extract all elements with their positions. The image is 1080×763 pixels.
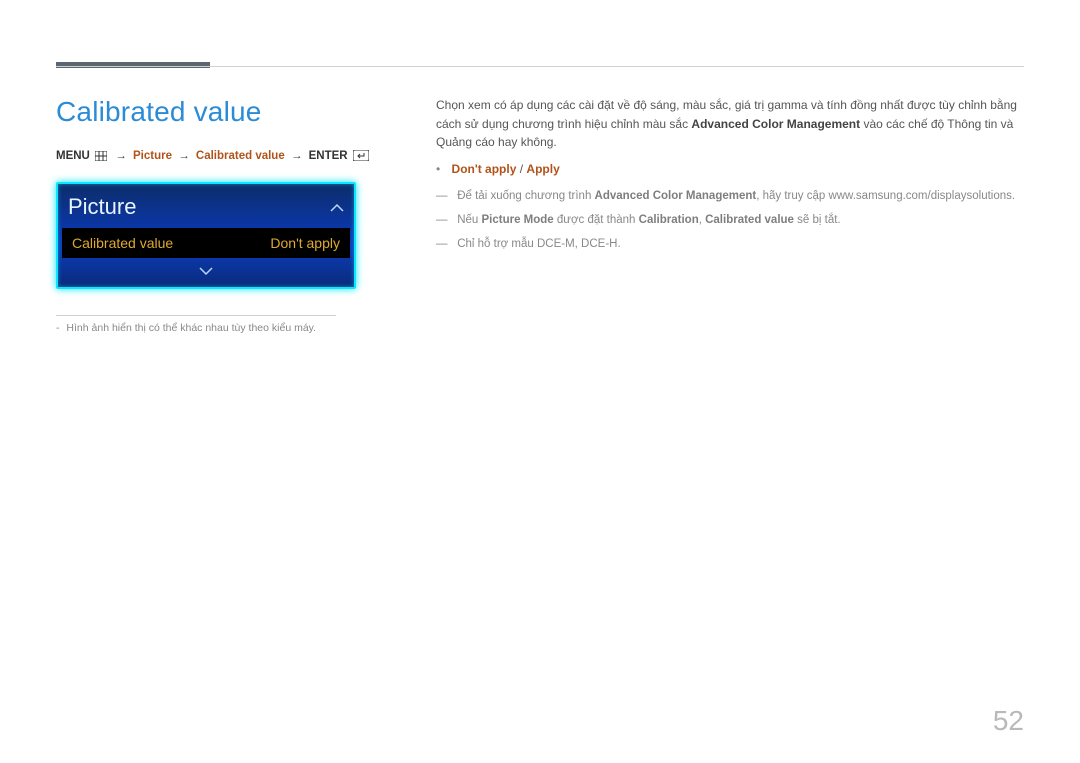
page-number: 52 (993, 705, 1024, 737)
footnote-dash-icon: - (56, 322, 60, 334)
note-1: ― Để tải xuống chương trình Advanced Col… (436, 188, 1024, 206)
header-accent-bar (56, 62, 210, 68)
note-3: ― Chỉ hỗ trợ mẫu DCE-M, DCE-H. (436, 236, 1024, 254)
breadcrumb-enter: ENTER (309, 150, 348, 162)
note3-text: Chỉ hỗ trợ mẫu DCE-M, DCE-H. (457, 238, 620, 250)
note2-s3: Calibrated value (705, 214, 794, 226)
osd-panel: Picture Calibrated value Don't apply (56, 182, 356, 289)
note2-s2: Calibration (639, 214, 699, 226)
note2-post: sẽ bị tắt. (794, 214, 841, 226)
note-dash-icon: ― (436, 188, 454, 206)
osd-header: Picture (68, 190, 344, 228)
breadcrumb-picture: Picture (133, 150, 172, 162)
page-content: Calibrated value MENU → Picture → Calibr… (56, 96, 1024, 723)
left-footnote: - Hình ảnh hiển thị có thể khác nhau tùy… (56, 315, 336, 334)
option-dont-apply: Don't apply (452, 162, 517, 176)
note-dash-icon-3: ― (436, 236, 454, 254)
desc-strong: Advanced Color Management (691, 117, 860, 131)
option-apply: Apply (526, 162, 559, 176)
note1-pre: Để tải xuống chương trình (457, 190, 594, 202)
osd-title: Picture (68, 194, 136, 220)
description-paragraph: Chọn xem có áp dụng các cài đặt về độ sá… (436, 96, 1024, 152)
note2-mid: được đặt thành (554, 214, 639, 226)
chevron-down-icon[interactable] (68, 264, 344, 279)
note1-post: , hãy truy cập www.samsung.com/displayso… (756, 190, 1015, 202)
page-title: Calibrated value (56, 96, 396, 128)
breadcrumb: MENU → Picture → Calibrated value → ENTE… (56, 150, 396, 164)
osd-selected-row[interactable]: Calibrated value Don't apply (62, 228, 350, 258)
breadcrumb-sep-3: → (288, 150, 306, 162)
options-row: • Don't apply / Apply (436, 160, 1024, 179)
header-divider (56, 66, 1024, 67)
bullet-icon: • (436, 162, 440, 176)
note2-s1: Picture Mode (482, 214, 554, 226)
menu-grid-icon (95, 151, 107, 164)
enter-icon (353, 150, 369, 164)
breadcrumb-menu: MENU (56, 150, 90, 162)
note1-strong: Advanced Color Management (595, 190, 757, 202)
note2-pre: Nếu (457, 214, 481, 226)
chevron-up-icon[interactable] (330, 200, 344, 215)
left-column: Calibrated value MENU → Picture → Calibr… (56, 96, 396, 723)
osd-footer (68, 258, 344, 279)
option-sep: / (516, 162, 526, 176)
note-2: ― Nếu Picture Mode được đặt thành Calibr… (436, 212, 1024, 230)
osd-row-value: Don't apply (270, 235, 340, 251)
note-dash-icon-2: ― (436, 212, 454, 230)
breadcrumb-calibrated: Calibrated value (196, 150, 285, 162)
osd-row-label: Calibrated value (72, 235, 173, 251)
footnote-text: Hình ảnh hiển thị có thể khác nhau tùy t… (66, 322, 316, 334)
breadcrumb-sep-1: → (112, 150, 130, 162)
breadcrumb-sep-2: → (175, 150, 193, 162)
right-column: Chọn xem có áp dụng các cài đặt về độ sá… (436, 96, 1024, 723)
